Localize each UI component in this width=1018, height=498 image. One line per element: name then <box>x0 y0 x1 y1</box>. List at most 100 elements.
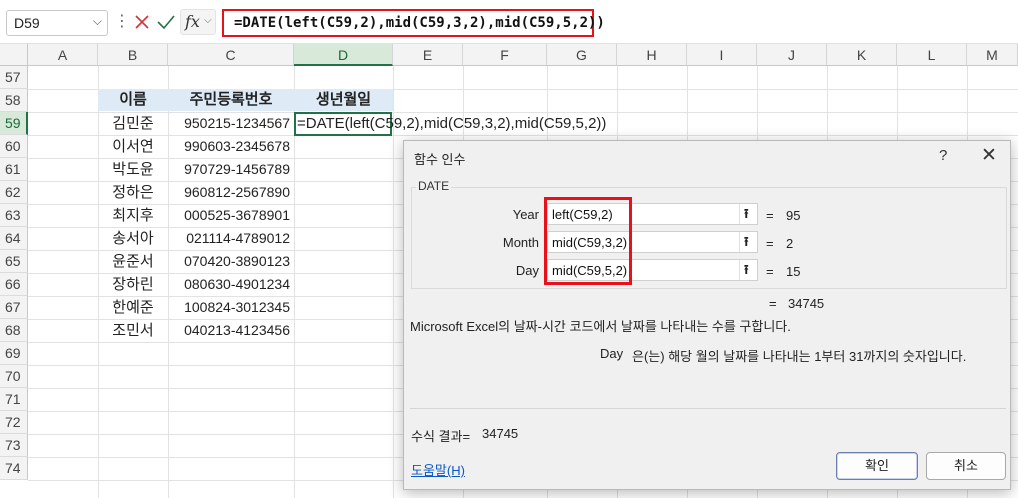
chevron-down-icon: ⌵ <box>204 15 212 26</box>
row-header-59[interactable]: 59 <box>0 112 28 135</box>
row-header-61[interactable]: 61 <box>0 158 28 181</box>
row-header-57[interactable]: 57 <box>0 66 28 89</box>
name-cell[interactable]: 조민서 <box>98 319 168 342</box>
name-cell[interactable]: 이서연 <box>98 135 168 158</box>
name-cell[interactable]: 송서아 <box>98 227 168 250</box>
check-icon[interactable] <box>155 9 177 35</box>
name-box[interactable]: D59 ⌵ <box>6 10 108 36</box>
row-header-65[interactable]: 65 <box>0 250 28 273</box>
column-header-m[interactable]: M <box>967 44 1018 66</box>
arg-result-month: 2 <box>786 236 794 251</box>
column-header-c[interactable]: C <box>168 44 294 66</box>
name-cell[interactable]: 박도윤 <box>98 158 168 181</box>
total-value: 34745 <box>788 296 825 311</box>
column-header-k[interactable]: K <box>827 44 897 66</box>
row-header-70[interactable]: 70 <box>0 365 28 388</box>
row-header-63[interactable]: 63 <box>0 204 28 227</box>
column-header-d[interactable]: D <box>294 44 393 66</box>
header-cell-name[interactable]: 이름 <box>98 89 168 111</box>
rrn-cell[interactable]: 000525-3678901 <box>168 204 294 227</box>
name-cell[interactable]: 윤준서 <box>98 250 168 273</box>
row-header-66[interactable]: 66 <box>0 273 28 296</box>
formula-bar: D59 ⌵ ⋮ fx ⌵ =DATE(left(C59,2),mid(C59,3… <box>0 0 1018 44</box>
name-box-value: D59 <box>14 15 40 31</box>
close-icon[interactable]: ✕ <box>981 144 997 167</box>
row-header-72[interactable]: 72 <box>0 411 28 434</box>
row-header-64[interactable]: 64 <box>0 227 28 250</box>
fx-icon: fx <box>185 12 200 31</box>
header-cell-birth[interactable]: 생년월일 <box>294 89 393 111</box>
name-cell[interactable]: 정하은 <box>98 181 168 204</box>
ok-button[interactable]: 확인 <box>836 452 918 480</box>
row-header-58[interactable]: 58 <box>0 89 28 112</box>
help-link[interactable]: 도움말(H) <box>411 460 465 479</box>
row-header-73[interactable]: 73 <box>0 434 28 457</box>
rrn-cell[interactable]: 100824-3012345 <box>168 296 294 319</box>
total-equals: = <box>769 296 777 311</box>
active-cell-formula: =DATE(left(C59,2),mid(C59,3,2),mid(C59,5… <box>297 115 607 132</box>
name-cell[interactable]: 김민준 <box>98 112 168 135</box>
column-header-i[interactable]: I <box>687 44 757 66</box>
header-cell-rrn[interactable]: 주민등록번호 <box>168 89 294 111</box>
row-header-69[interactable]: 69 <box>0 342 28 365</box>
divider <box>410 408 1006 409</box>
formula-highlight: =DATE(left(C59,2),mid(C59,3,2),mid(C59,5… <box>222 9 605 37</box>
argument-name: Day <box>600 346 624 361</box>
arg-result-year: 95 <box>786 208 801 223</box>
row-header-62[interactable]: 62 <box>0 181 28 204</box>
help-icon[interactable]: ? <box>939 147 947 164</box>
collapse-dialog-button[interactable]: ⭱ <box>739 232 757 252</box>
more-options-icon[interactable]: ⋮ <box>114 11 130 31</box>
rrn-cell[interactable]: 040213-4123456 <box>168 319 294 342</box>
formula-text: =DATE(left(C59,2),mid(C59,3,2),mid(C59,5… <box>234 15 605 31</box>
rrn-cell[interactable]: 990603-2345678 <box>168 135 294 158</box>
function-name-label: DATE <box>416 179 452 193</box>
row-header-71[interactable]: 71 <box>0 388 28 411</box>
arg-label-month: Month <box>502 235 539 250</box>
column-header-b[interactable]: B <box>98 44 168 66</box>
column-header-h[interactable]: H <box>617 44 687 66</box>
upload-arrow-icon: ⭱ <box>744 234 749 249</box>
formula-result-value: 34745 <box>482 426 519 441</box>
function-arguments-dialog: 함수 인수 ? ✕ DATE Year left(C59,2) ⭱ = 95 M… <box>403 140 1011 490</box>
arg-label-year: Year <box>512 207 539 222</box>
rrn-cell[interactable]: 970729-1456789 <box>168 158 294 181</box>
formula-input[interactable]: =DATE(left(C59,2),mid(C59,3,2),mid(C59,5… <box>222 9 1014 37</box>
arg-equals: = <box>766 264 774 279</box>
name-cell[interactable]: 한예준 <box>98 296 168 319</box>
column-header-j[interactable]: J <box>757 44 827 66</box>
chevron-down-icon[interactable]: ⌵ <box>93 14 102 29</box>
arg-label-day: Day <box>515 263 539 278</box>
column-header-a[interactable]: A <box>28 44 98 66</box>
collapse-dialog-button[interactable]: ⭱ <box>739 204 757 224</box>
dialog-title: 함수 인수 <box>414 152 466 167</box>
arg-equals: = <box>766 236 774 251</box>
upload-arrow-icon: ⭱ <box>744 262 749 277</box>
insert-function-button[interactable]: fx ⌵ <box>180 9 216 35</box>
row-header-60[interactable]: 60 <box>0 135 28 158</box>
column-header-e[interactable]: E <box>393 44 463 66</box>
arg-equals: = <box>766 208 774 223</box>
select-all-corner[interactable] <box>0 44 28 66</box>
name-cell[interactable]: 장하린 <box>98 273 168 296</box>
row-header-68[interactable]: 68 <box>0 319 28 342</box>
rrn-cell[interactable]: 960812-2567890 <box>168 181 294 204</box>
formula-result-label: 수식 결과= <box>411 429 471 444</box>
column-header-g[interactable]: G <box>547 44 617 66</box>
cancel-icon[interactable] <box>132 9 152 35</box>
column-header-l[interactable]: L <box>897 44 967 66</box>
row-header-74[interactable]: 74 <box>0 457 28 480</box>
row-header-67[interactable]: 67 <box>0 296 28 319</box>
name-cell[interactable]: 최지후 <box>98 204 168 227</box>
column-header-f[interactable]: F <box>463 44 547 66</box>
argument-description: 은(는) 해당 월의 날짜를 나타내는 1부터 31까지의 숫자입니다. <box>632 349 967 364</box>
cancel-button[interactable]: 취소 <box>926 452 1006 480</box>
rrn-cell[interactable]: 021114-4789012 <box>168 227 294 250</box>
rrn-cell[interactable]: 950215-1234567 <box>168 112 294 135</box>
collapse-dialog-button[interactable]: ⭱ <box>739 260 757 280</box>
rrn-cell[interactable]: 070420-3890123 <box>168 250 294 273</box>
arg-result-day: 15 <box>786 264 801 279</box>
rrn-cell[interactable]: 080630-4901234 <box>168 273 294 296</box>
arguments-highlight <box>544 197 632 285</box>
upload-arrow-icon: ⭱ <box>744 206 749 221</box>
